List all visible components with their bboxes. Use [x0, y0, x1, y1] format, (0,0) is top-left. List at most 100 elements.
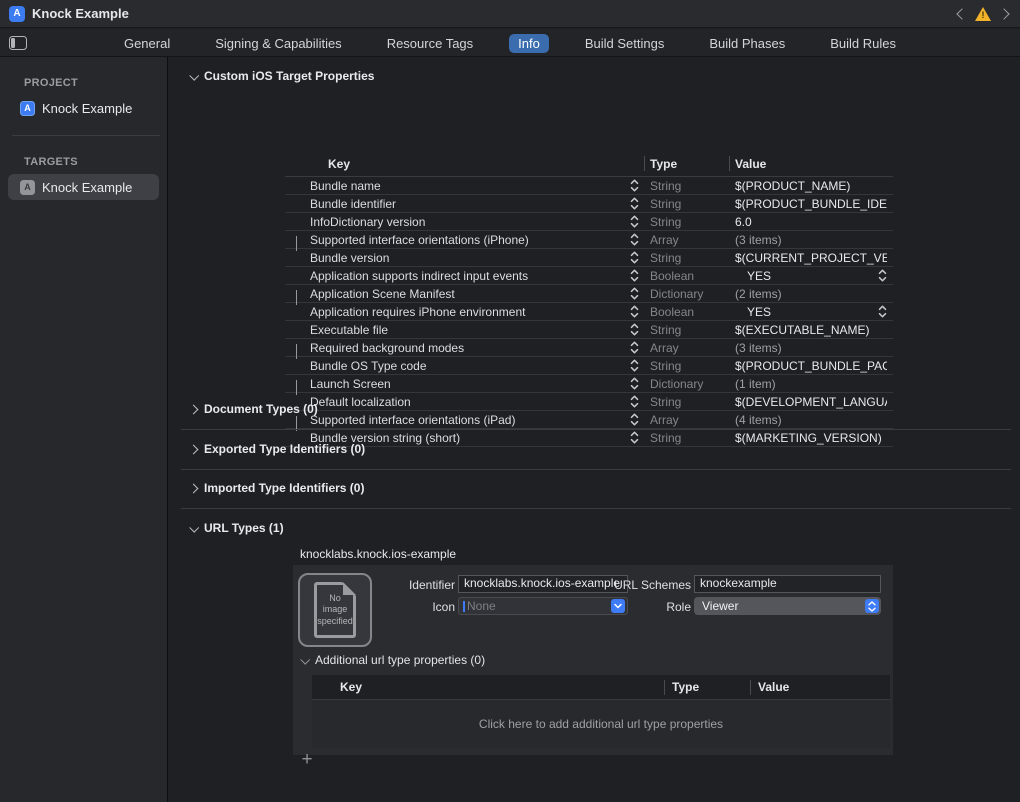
section-title: Document Types (0)	[204, 402, 318, 416]
property-row[interactable]: Bundle version String $(CURRENT_PROJECT_…	[285, 249, 893, 267]
section-custom-ios-target-properties[interactable]: Custom iOS Target Properties	[190, 69, 374, 83]
value-stepper-icon[interactable]	[878, 269, 887, 282]
key-stepper-icon[interactable]	[630, 395, 639, 408]
disclosure-icon[interactable]	[296, 236, 297, 250]
property-row[interactable]: Application requires iPhone environment …	[285, 303, 893, 321]
property-key[interactable]: Supported interface orientations (iPad)	[310, 413, 626, 427]
sidebar-item-project[interactable]: A Knock Example	[8, 95, 159, 121]
additional-properties-header[interactable]: Additional url type properties (0)	[301, 653, 485, 667]
key-stepper-icon[interactable]	[630, 287, 639, 300]
chevron-down-icon[interactable]	[189, 522, 199, 532]
additional-table-empty[interactable]: Click here to add additional url type pr…	[312, 700, 890, 748]
property-key[interactable]: Required background modes	[310, 341, 626, 355]
property-row[interactable]: Executable file String $(EXECUTABLE_NAME…	[285, 321, 893, 339]
property-value[interactable]: YES	[735, 269, 887, 283]
property-row[interactable]: Default localization String $(DEVELOPMEN…	[285, 393, 893, 411]
property-row[interactable]: Supported interface orientations (iPhone…	[285, 231, 893, 249]
tab[interactable]: Build Settings	[576, 34, 674, 53]
url-type-image-well[interactable]: No image specified	[298, 573, 372, 647]
disclosure-icon[interactable]	[296, 344, 297, 358]
property-value[interactable]: $(PRODUCT_BUNDLE_IDENT	[735, 197, 887, 211]
property-value[interactable]: (4 items)	[735, 413, 887, 427]
key-stepper-icon[interactable]	[630, 251, 639, 264]
property-value[interactable]: $(EXECUTABLE_NAME)	[735, 323, 887, 337]
property-key[interactable]: Application requires iPhone environment	[310, 305, 626, 319]
section-header[interactable]: Imported Type Identifiers (0)	[190, 481, 364, 495]
property-value[interactable]: 6.0	[735, 215, 887, 229]
chevron-down-icon[interactable]	[189, 70, 199, 80]
property-key[interactable]: Bundle OS Type code	[310, 359, 626, 373]
key-stepper-icon[interactable]	[630, 233, 639, 246]
sidebar-item-target[interactable]: A Knock Example	[8, 174, 159, 200]
property-row[interactable]: Bundle name String $(PRODUCT_NAME)	[285, 177, 893, 195]
property-value[interactable]: $(MARKETING_VERSION)	[735, 431, 887, 445]
key-stepper-icon[interactable]	[630, 323, 639, 336]
property-row[interactable]: Launch Screen Dictionary (1 item)	[285, 375, 893, 393]
tab[interactable]: Build Rules	[821, 34, 905, 53]
chevron-right-icon[interactable]	[189, 444, 199, 454]
property-value[interactable]: $(CURRENT_PROJECT_VERS	[735, 251, 887, 265]
key-stepper-icon[interactable]	[630, 341, 639, 354]
property-row[interactable]: Bundle identifier String $(PRODUCT_BUNDL…	[285, 195, 893, 213]
tab[interactable]: Signing & Capabilities	[206, 34, 350, 53]
tab[interactable]: Build Phases	[700, 34, 794, 53]
chevron-down-icon[interactable]	[300, 654, 310, 664]
key-stepper-icon[interactable]	[630, 359, 639, 372]
info-pane: Custom iOS Target Properties Key Type Va…	[169, 57, 1020, 802]
property-row[interactable]: InfoDictionary version String 6.0	[285, 213, 893, 231]
disclosure-icon[interactable]	[296, 416, 297, 430]
property-key[interactable]: Launch Screen	[310, 377, 626, 391]
section-header[interactable]: Exported Type Identifiers (0)	[190, 442, 365, 456]
value-stepper-icon[interactable]	[878, 305, 887, 318]
property-row[interactable]: Bundle OS Type code String $(PRODUCT_BUN…	[285, 357, 893, 375]
add-url-type-button[interactable]: +	[298, 752, 316, 770]
property-key[interactable]: Application Scene Manifest	[310, 287, 626, 301]
property-key[interactable]: Application supports indirect input even…	[310, 269, 626, 283]
key-stepper-icon[interactable]	[630, 269, 639, 282]
property-row[interactable]: Bundle version string (short) String $(M…	[285, 429, 893, 447]
property-row[interactable]: Application supports indirect input even…	[285, 267, 893, 285]
back-icon[interactable]	[956, 8, 967, 19]
key-stepper-icon[interactable]	[630, 305, 639, 318]
section-header[interactable]: Document Types (0)	[190, 402, 318, 416]
chevron-right-icon[interactable]	[189, 404, 199, 414]
property-value[interactable]: (2 items)	[735, 287, 887, 301]
targets-section-header: TARGETS	[24, 156, 167, 168]
disclosure-icon[interactable]	[296, 380, 297, 394]
property-value[interactable]: $(DEVELOPMENT_LANGUAGI	[735, 395, 887, 409]
property-key[interactable]: Executable file	[310, 323, 626, 337]
url-type-card: No image specified Identifier knocklabs.…	[293, 565, 893, 755]
key-stepper-icon[interactable]	[630, 215, 639, 228]
tab[interactable]: General	[115, 34, 179, 53]
property-value[interactable]: $(PRODUCT_NAME)	[735, 179, 887, 193]
key-stepper-icon[interactable]	[630, 377, 639, 390]
property-value[interactable]: (1 item)	[735, 377, 887, 391]
popup-stepper-icon[interactable]	[865, 599, 879, 613]
property-key[interactable]: Supported interface orientations (iPhone…	[310, 233, 626, 247]
forward-icon[interactable]	[998, 8, 1009, 19]
chevron-right-icon[interactable]	[189, 483, 199, 493]
property-key[interactable]: Default localization	[310, 395, 626, 409]
key-stepper-icon[interactable]	[630, 197, 639, 210]
property-row[interactable]: Application Scene Manifest Dictionary (2…	[285, 285, 893, 303]
role-popup[interactable]: Viewer	[694, 597, 881, 615]
property-row[interactable]: Supported interface orientations (iPad) …	[285, 411, 893, 429]
property-key[interactable]: Bundle name	[310, 179, 626, 193]
key-stepper-icon[interactable]	[630, 413, 639, 426]
property-value[interactable]: (3 items)	[735, 341, 887, 355]
property-value[interactable]: (3 items)	[735, 233, 887, 247]
key-stepper-icon[interactable]	[630, 431, 639, 444]
property-value[interactable]: YES	[735, 305, 887, 319]
key-stepper-icon[interactable]	[630, 179, 639, 192]
url-schemes-input[interactable]: knockexample	[694, 575, 881, 593]
property-key[interactable]: Bundle identifier	[310, 197, 626, 211]
property-value[interactable]: $(PRODUCT_BUNDLE_PACKA	[735, 359, 887, 373]
property-key[interactable]: InfoDictionary version	[310, 215, 626, 229]
disclosure-icon[interactable]	[296, 290, 297, 304]
property-key[interactable]: Bundle version	[310, 251, 626, 265]
tab[interactable]: Info	[509, 34, 549, 53]
section-url-types[interactable]: URL Types (1)	[190, 521, 284, 535]
warning-icon[interactable]: !	[975, 7, 991, 21]
tab[interactable]: Resource Tags	[378, 34, 482, 53]
property-row[interactable]: Required background modes Array (3 items…	[285, 339, 893, 357]
